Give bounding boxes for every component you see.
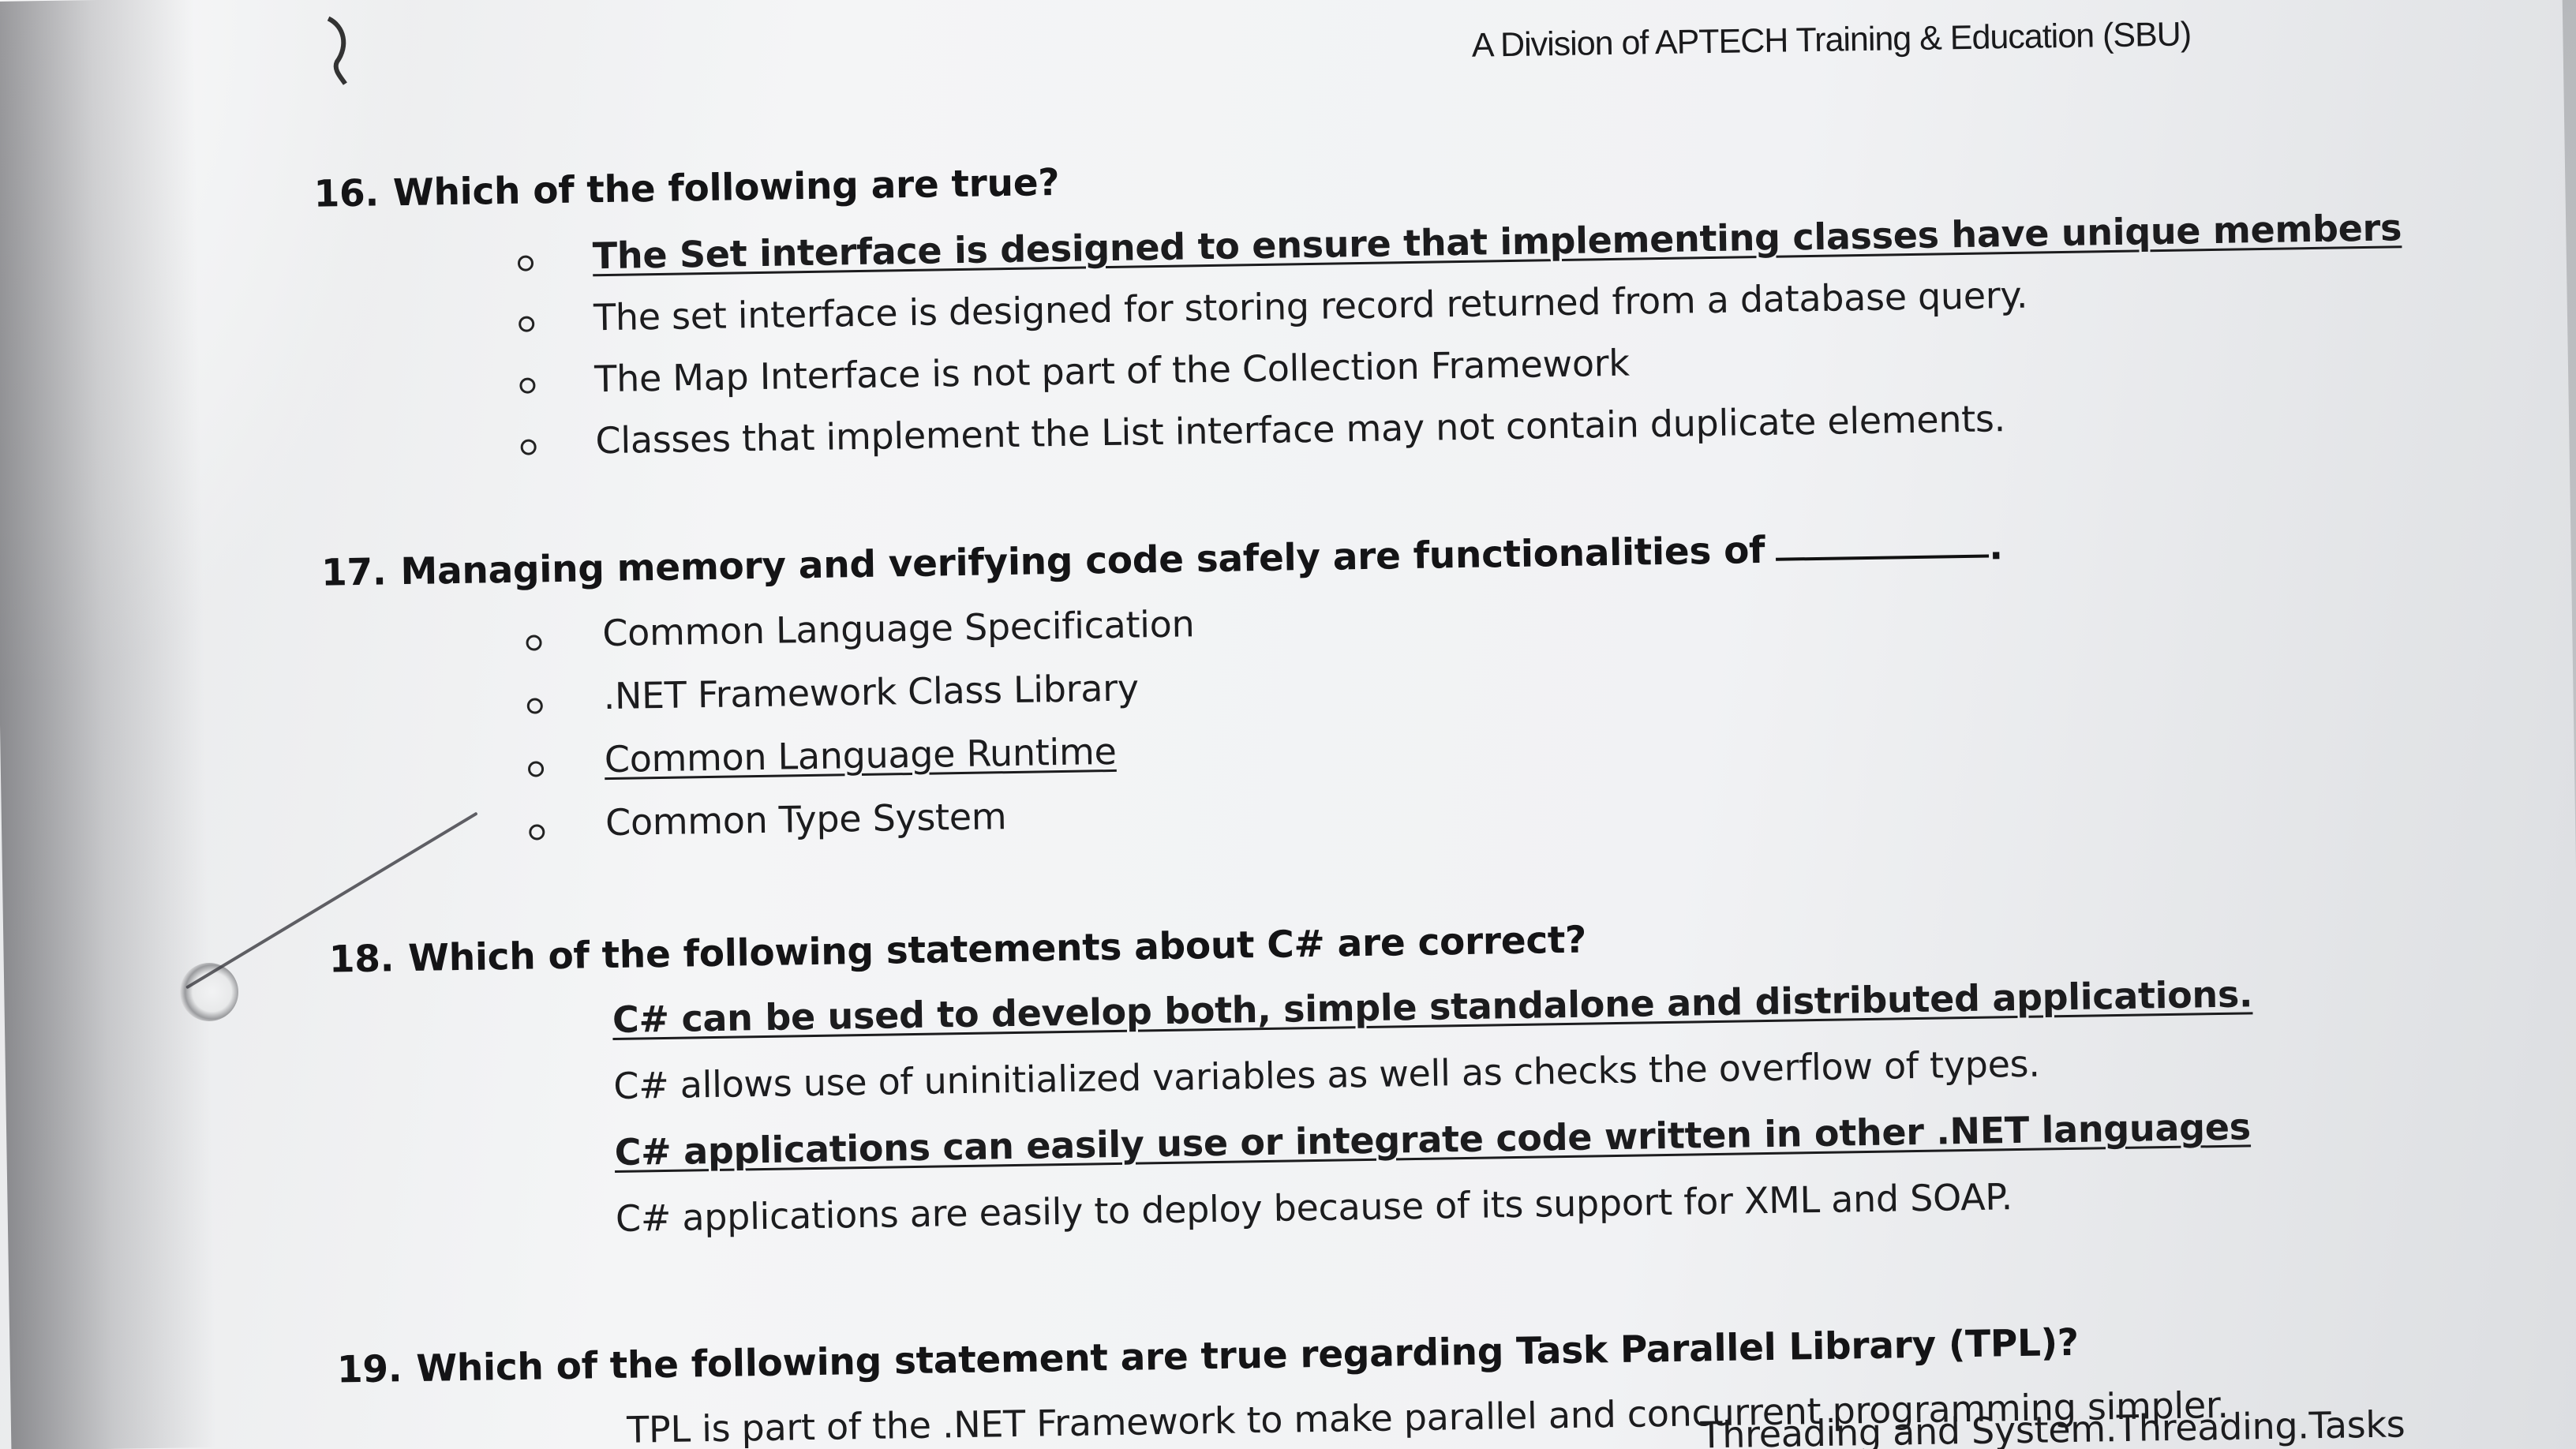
- option-16-d[interactable]: Classes that implement the List interfac…: [595, 397, 2005, 462]
- option-17-d[interactable]: Common Type System: [605, 795, 1007, 844]
- question-number: 18.: [328, 937, 395, 982]
- question-16: 16. Which of the following are true?: [313, 161, 1060, 216]
- radio-bullet-icon[interactable]: [519, 377, 536, 394]
- question-text: Managing memory and verifying code safel…: [400, 528, 1765, 594]
- blank-period: .: [1988, 525, 2004, 569]
- option-18-d[interactable]: C# applications are easily to deploy bec…: [616, 1175, 2013, 1240]
- question-text: Which of the following statement are tru…: [415, 1320, 2080, 1391]
- radio-bullet-icon[interactable]: [517, 255, 534, 271]
- answer-blank: [1776, 554, 1990, 561]
- radio-bullet-icon[interactable]: [529, 824, 545, 841]
- option-18-a[interactable]: C# can be used to develop both, simple s…: [612, 972, 2253, 1041]
- option-16-a[interactable]: The Set interface is designed to ensure …: [592, 206, 2402, 277]
- radio-bullet-icon[interactable]: [519, 316, 535, 332]
- exam-page: A Division of APTECH Training & Educatio…: [0, 0, 2576, 1449]
- radio-bullet-icon[interactable]: [526, 698, 543, 714]
- option-17-b[interactable]: .NET Framework Class Library: [603, 666, 1139, 717]
- question-number: 16.: [313, 171, 380, 216]
- question-number: 17.: [320, 550, 387, 595]
- option-16-c[interactable]: The Map Interface is not part of the Col…: [594, 342, 1630, 401]
- question-19: 19. Which of the following statement are …: [337, 1321, 2080, 1392]
- option-18-b[interactable]: C# allows use of uninitialized variables…: [613, 1043, 2040, 1107]
- radio-bullet-icon[interactable]: [526, 635, 542, 651]
- option-17-c[interactable]: Common Language Runtime: [604, 730, 1116, 781]
- question-text: Which of the following are true?: [392, 160, 1060, 215]
- option-16-b[interactable]: The set interface is designed for storin…: [593, 274, 2028, 339]
- torn-edge-mark: [327, 16, 347, 85]
- question-17: 17. Managing memory and verifying code sa…: [321, 525, 2003, 594]
- option-18-c[interactable]: C# applications can easily use or integr…: [614, 1105, 2251, 1174]
- question-number: 19.: [336, 1347, 402, 1392]
- question-18: 18. Which of the following statements abo…: [328, 919, 1586, 982]
- institution-header: A Division of APTECH Training & Educatio…: [1471, 15, 2192, 65]
- question-text: Which of the following statements about …: [407, 918, 1587, 981]
- radio-bullet-icon[interactable]: [527, 761, 545, 777]
- option-17-a[interactable]: Common Language Specification: [602, 602, 1195, 654]
- radio-bullet-icon[interactable]: [520, 439, 537, 455]
